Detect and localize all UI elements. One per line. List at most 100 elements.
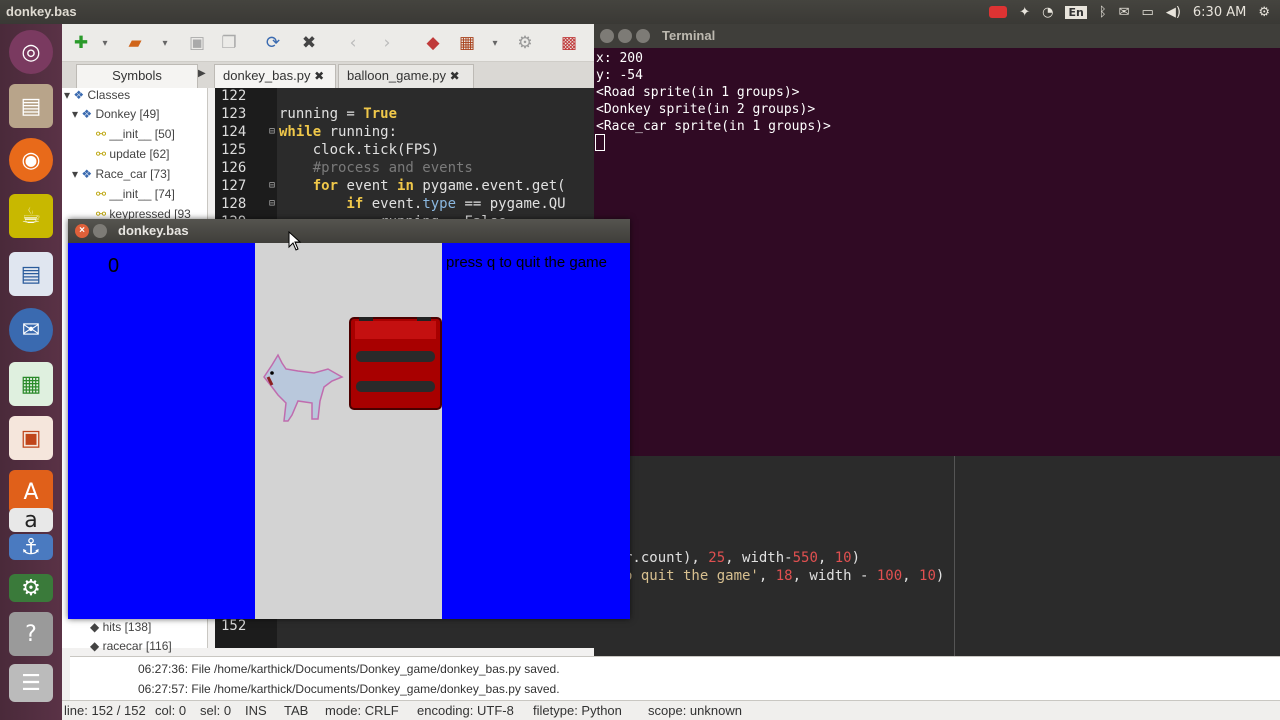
fold-marker-icon[interactable]: ⊟ bbox=[269, 198, 275, 209]
teapot-icon[interactable]: ☕ bbox=[9, 194, 53, 238]
maximize-window-icon[interactable] bbox=[636, 29, 650, 43]
tree-item-label: __init__ [50] bbox=[109, 127, 175, 141]
terminal-line: <Race_car sprite(in 1 groups)> bbox=[596, 119, 831, 134]
reload-icon[interactable]: ⟳ bbox=[260, 30, 286, 56]
mouse-pointer-icon bbox=[288, 231, 302, 251]
game-window[interactable]: × donkey.bas 0 press q to quit the game bbox=[68, 219, 630, 619]
sidebar-tab-arrow-icon[interactable]: ▶ bbox=[198, 68, 206, 79]
open-dropdown-icon[interactable]: ▾ bbox=[152, 30, 178, 56]
code-token: if bbox=[279, 196, 364, 212]
tree-item-donkey-init[interactable]: ⚯ __init__ [50] bbox=[96, 127, 175, 145]
close-tab-icon[interactable]: ✖ bbox=[314, 69, 324, 83]
fold-marker-icon[interactable]: ⊟ bbox=[269, 126, 275, 137]
code-token: event bbox=[338, 178, 398, 194]
clock[interactable]: 6:30 AM bbox=[1193, 5, 1246, 20]
code-line: #process and events bbox=[279, 160, 473, 176]
build-icon[interactable]: ▦ bbox=[454, 30, 480, 56]
game-window-title: donkey.bas bbox=[118, 223, 189, 238]
tree-item-race-car-init[interactable]: ⚯ __init__ [74] bbox=[96, 187, 175, 205]
new-file-icon[interactable]: ✚ bbox=[68, 30, 94, 56]
code-token: running = bbox=[279, 106, 364, 122]
bluetooth-icon[interactable]: ᛒ bbox=[1099, 5, 1107, 20]
status-mode: mode: CRLF bbox=[325, 703, 399, 718]
line-number: 122 bbox=[221, 88, 247, 104]
thunderbird-icon[interactable]: ✉ bbox=[9, 308, 53, 352]
fold-marker-icon[interactable]: ⊟ bbox=[269, 180, 275, 191]
forward-icon[interactable]: › bbox=[374, 30, 400, 56]
close-window-icon[interactable] bbox=[600, 29, 614, 43]
code-line: while running: bbox=[279, 124, 397, 140]
writer-icon[interactable]: ▤ bbox=[9, 252, 53, 296]
tree-item-donkey[interactable]: ▾ ❖ Donkey [49] bbox=[72, 107, 160, 125]
trash-icon[interactable]: ☰ bbox=[9, 664, 53, 702]
calc-icon[interactable]: ▦ bbox=[9, 362, 53, 406]
code-token: pygame.event.get( bbox=[413, 178, 566, 194]
terminal-line: y: -54 bbox=[596, 68, 643, 83]
tab-symbols[interactable]: Symbols bbox=[76, 64, 198, 88]
road bbox=[255, 243, 442, 619]
line-number: 125 bbox=[221, 142, 247, 158]
tab-bar: Symbols ▶ donkey_bas.py ✖ balloon_game.p… bbox=[62, 62, 597, 88]
line-number: 152 bbox=[221, 618, 247, 634]
impress-icon[interactable]: ▣ bbox=[9, 416, 53, 460]
code-token: type bbox=[422, 196, 457, 212]
close-tab-icon[interactable]: ✖ bbox=[450, 69, 460, 83]
code-token: running: bbox=[321, 124, 398, 140]
save-all-icon[interactable]: ❐ bbox=[216, 30, 242, 56]
tree-item-update[interactable]: ⚯ update [62] bbox=[96, 147, 169, 165]
close-window-icon[interactable]: × bbox=[75, 224, 89, 238]
save-icon[interactable]: ▣ bbox=[184, 30, 210, 56]
mail-icon[interactable]: ✉ bbox=[1119, 5, 1130, 20]
code-token: event. bbox=[363, 196, 423, 212]
files-icon[interactable]: ▤ bbox=[9, 84, 53, 128]
code-token: for bbox=[279, 178, 339, 194]
tree-item-classes[interactable]: ▾ ❖ Classes bbox=[64, 88, 130, 106]
terminal-line: <Road sprite(in 1 groups)> bbox=[596, 85, 800, 100]
status-sel: sel: 0 bbox=[200, 703, 232, 718]
new-dropdown-icon[interactable]: ▾ bbox=[92, 30, 118, 56]
status-filetype: filetype: Python bbox=[533, 703, 622, 718]
amazon-icon[interactable]: a bbox=[9, 508, 53, 533]
code-token: , bbox=[758, 568, 776, 584]
color-chooser-icon[interactable]: ▩ bbox=[556, 30, 582, 56]
long-line-marker bbox=[954, 456, 955, 656]
code-token: , width- bbox=[725, 550, 793, 566]
quit-instruction-text: press q to quit the game bbox=[446, 254, 607, 271]
status-line: line: 152 / 152 bbox=[64, 703, 146, 718]
classes-icon: ❖ bbox=[73, 88, 85, 102]
download-icon[interactable]: ⚓ bbox=[9, 534, 53, 560]
dropbox-icon[interactable]: ✦ bbox=[1019, 5, 1030, 20]
status-encoding: encoding: UTF-8 bbox=[417, 703, 514, 718]
code-token: , bbox=[817, 550, 835, 566]
code-token: 25 bbox=[708, 550, 726, 566]
help-icon[interactable]: ? bbox=[9, 612, 53, 656]
back-icon[interactable]: ‹ bbox=[340, 30, 366, 56]
tree-item-hits[interactable]: ◆ hits [138] bbox=[90, 620, 151, 638]
settings-gear-icon[interactable]: ⚙ bbox=[1258, 5, 1270, 20]
record-icon[interactable] bbox=[989, 6, 1008, 18]
game-canvas[interactable]: 0 press q to quit the game bbox=[68, 243, 630, 619]
build-dropdown-icon[interactable]: ▾ bbox=[482, 30, 508, 56]
code-line: for event in pygame.event.get( bbox=[279, 178, 566, 194]
battery-icon[interactable]: ▭ bbox=[1142, 5, 1154, 20]
tab-label: donkey_bas.py bbox=[223, 68, 311, 83]
class-icon: ❖ bbox=[81, 107, 93, 121]
tab-balloon-game[interactable]: balloon_game.py ✖ bbox=[338, 64, 474, 88]
ubuntu-dash-icon[interactable]: ◎ bbox=[9, 30, 53, 74]
open-file-icon[interactable]: ▰ bbox=[122, 30, 148, 56]
volume-icon[interactable]: ◀) bbox=[1166, 5, 1181, 20]
keyboard-layout-indicator[interactable]: En bbox=[1065, 5, 1087, 19]
run-icon[interactable]: ⚙ bbox=[512, 30, 538, 56]
wifi-icon[interactable]: ◔ bbox=[1042, 5, 1053, 20]
system-settings-icon[interactable]: ⚙ bbox=[9, 574, 53, 602]
compile-icon[interactable]: ◆ bbox=[420, 30, 446, 56]
game-titlebar[interactable]: × donkey.bas bbox=[68, 219, 630, 243]
minimize-window-icon[interactable] bbox=[93, 224, 107, 238]
close-file-icon[interactable]: ✖ bbox=[296, 30, 322, 56]
tab-donkey-bas[interactable]: donkey_bas.py ✖ bbox=[214, 64, 336, 88]
tree-item-racecar[interactable]: ◆ racecar [116] bbox=[90, 639, 172, 657]
firefox-icon[interactable]: ◉ bbox=[9, 138, 53, 182]
terminal-window[interactable]: Terminal x: 200 y: -54 <Road sprite(in 1… bbox=[594, 24, 1280, 456]
minimize-window-icon[interactable] bbox=[618, 29, 632, 43]
tree-item-race-car[interactable]: ▾ ❖ Race_car [73] bbox=[72, 167, 170, 185]
